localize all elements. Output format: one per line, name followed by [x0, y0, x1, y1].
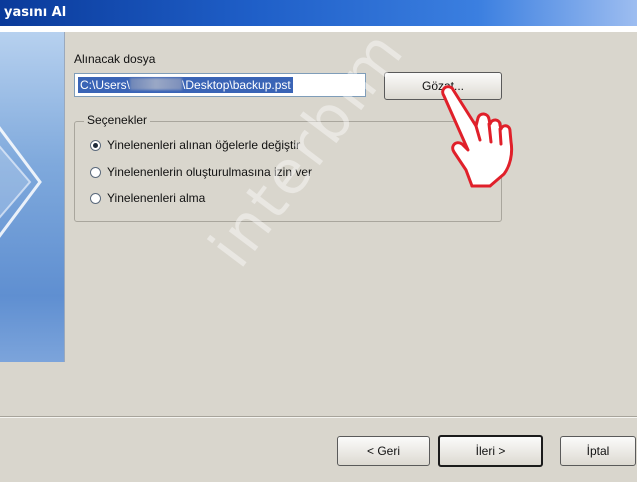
header-strip — [0, 26, 637, 32]
file-label: Alınacak dosya — [74, 52, 156, 66]
hand-pointer-icon — [441, 85, 514, 188]
file-path-prefix: C:\Users\ — [80, 78, 131, 92]
window-title: yasını Al — [4, 5, 67, 20]
file-path-selection: C:\Users\ \Desktop\backup.pst — [78, 77, 293, 93]
wizard-side-banner — [0, 32, 65, 362]
radio-selected-dot — [93, 143, 98, 148]
cancel-button[interactable]: İptal — [560, 436, 636, 466]
title-bar[interactable]: yasını Al — [0, 0, 637, 26]
option-skip-duplicates-radio[interactable] — [90, 193, 101, 204]
file-path-suffix: \Desktop\backup.pst — [182, 78, 291, 92]
import-wizard-window: yasını Al Alınacak dosya C:\Users\ \Deskt… — [0, 0, 637, 482]
next-button[interactable]: İleri > — [438, 435, 543, 467]
option-allow-duplicates-radio[interactable] — [90, 167, 101, 178]
option-skip-duplicates-label[interactable]: Yinelenenleri alma — [107, 191, 205, 205]
redacted-username — [130, 78, 183, 90]
option-replace-radio[interactable] — [90, 140, 101, 151]
banner-graphic — [0, 126, 42, 238]
options-legend: Seçenekler — [84, 113, 151, 127]
footer-divider — [0, 416, 637, 418]
back-button[interactable]: < Geri — [337, 436, 430, 466]
